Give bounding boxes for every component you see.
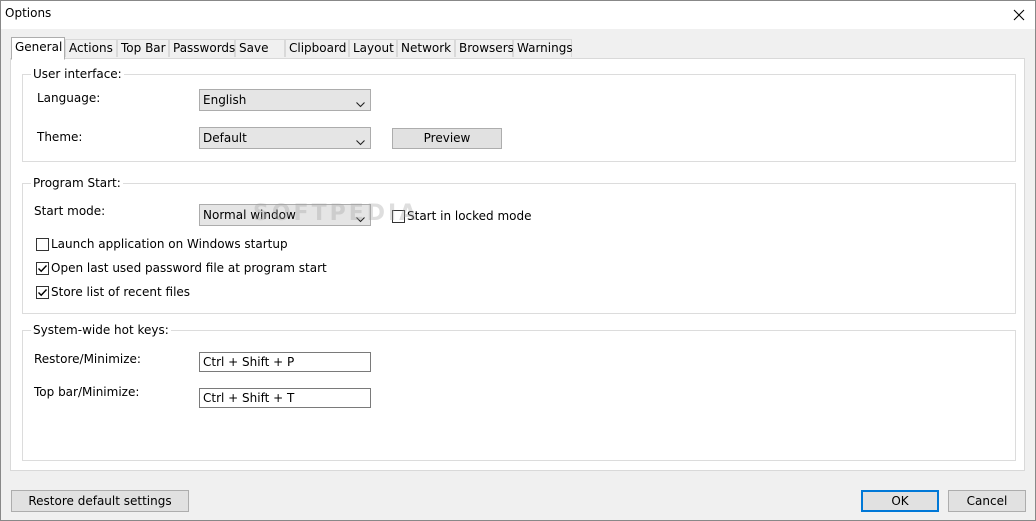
group-title: User interface: (31, 67, 124, 81)
restore-hotkey-value: Ctrl + Shift + P (203, 355, 295, 369)
tab-browsers[interactable]: Browsers (455, 39, 514, 57)
preview-button[interactable]: Preview (392, 128, 502, 149)
tab-label: Warnings (517, 41, 573, 55)
language-label: Language: (37, 91, 101, 105)
chevron-down-icon (356, 212, 365, 226)
language-value: English (203, 93, 247, 107)
locked-mode-checkbox[interactable] (392, 210, 405, 223)
language-dropdown[interactable]: English (199, 89, 371, 111)
chevron-down-icon (356, 97, 365, 111)
ok-button[interactable]: OK (861, 490, 939, 512)
tab-label: Browsers (459, 41, 514, 55)
theme-label: Theme: (37, 130, 83, 144)
button-label: Preview (423, 131, 471, 145)
group-title: Program Start: (31, 176, 123, 190)
hotkeys-group: System-wide hot keys: Restore/Minimize: … (22, 323, 1016, 461)
title-bar: Options (1, 1, 1035, 29)
restore-hotkey-label: Restore/Minimize: (34, 352, 141, 366)
topbar-hotkey-label: Top bar/Minimize: (34, 385, 140, 399)
topbar-hotkey-value: Ctrl + Shift + T (203, 391, 295, 405)
launch-startup-label: Launch application on Windows startup (51, 237, 288, 251)
group-title: System-wide hot keys: (31, 323, 171, 337)
tab-label: General (15, 40, 63, 54)
checkmark-icon (38, 265, 48, 273)
chevron-down-icon (356, 135, 365, 149)
tab-top-bar[interactable]: Top Bar (117, 39, 169, 57)
tab-layout[interactable]: Layout (349, 39, 397, 57)
general-tab-page: User interface: Language: English Theme:… (10, 58, 1025, 471)
window-title: Options (5, 6, 52, 20)
tab-general[interactable]: General (11, 37, 65, 60)
start-mode-dropdown[interactable]: Normal window (199, 204, 371, 226)
tab-clipboard[interactable]: Clipboard (285, 39, 349, 57)
tab-warnings[interactable]: Warnings (513, 39, 573, 57)
start-mode-value: Normal window (203, 208, 296, 222)
open-last-file-label: Open last used password file at program … (51, 261, 327, 275)
tab-actions[interactable]: Actions (65, 39, 117, 57)
button-label: Cancel (966, 494, 1008, 508)
start-mode-label: Start mode: (34, 204, 106, 218)
close-icon (1013, 9, 1025, 21)
tab-passwords[interactable]: Passwords (169, 39, 235, 57)
program-start-group: Program Start: Start mode: Normal window… (22, 176, 1016, 314)
theme-dropdown[interactable]: Default (199, 127, 371, 149)
tab-label: Save (239, 41, 269, 55)
tab-network[interactable]: Network (397, 39, 455, 57)
open-last-file-checkbox[interactable] (36, 262, 49, 275)
store-recent-checkbox[interactable] (36, 286, 49, 299)
tab-label: Passwords (173, 41, 236, 55)
button-label: OK (891, 494, 909, 508)
checkmark-icon (38, 289, 48, 297)
options-dialog: Options General Actions Top Bar Password… (0, 0, 1036, 521)
close-button[interactable] (1003, 1, 1035, 29)
tab-label: Layout (353, 41, 394, 55)
launch-startup-checkbox[interactable] (36, 238, 49, 251)
tab-label: Clipboard (289, 41, 347, 55)
tab-save[interactable]: Save (235, 39, 285, 57)
restore-hotkey-field[interactable]: Ctrl + Shift + P (199, 352, 371, 372)
user-interface-group: User interface: Language: English Theme:… (22, 67, 1016, 162)
restore-defaults-button[interactable]: Restore default settings (11, 490, 189, 512)
tab-label: Network (401, 41, 452, 55)
locked-mode-label: Start in locked mode (407, 209, 532, 223)
tab-label: Top Bar (121, 41, 166, 55)
topbar-hotkey-field[interactable]: Ctrl + Shift + T (199, 388, 371, 408)
tab-label: Actions (69, 41, 113, 55)
button-label: Restore default settings (28, 494, 172, 508)
theme-value: Default (203, 131, 247, 145)
store-recent-label: Store list of recent files (51, 285, 191, 299)
cancel-button[interactable]: Cancel (948, 490, 1026, 512)
